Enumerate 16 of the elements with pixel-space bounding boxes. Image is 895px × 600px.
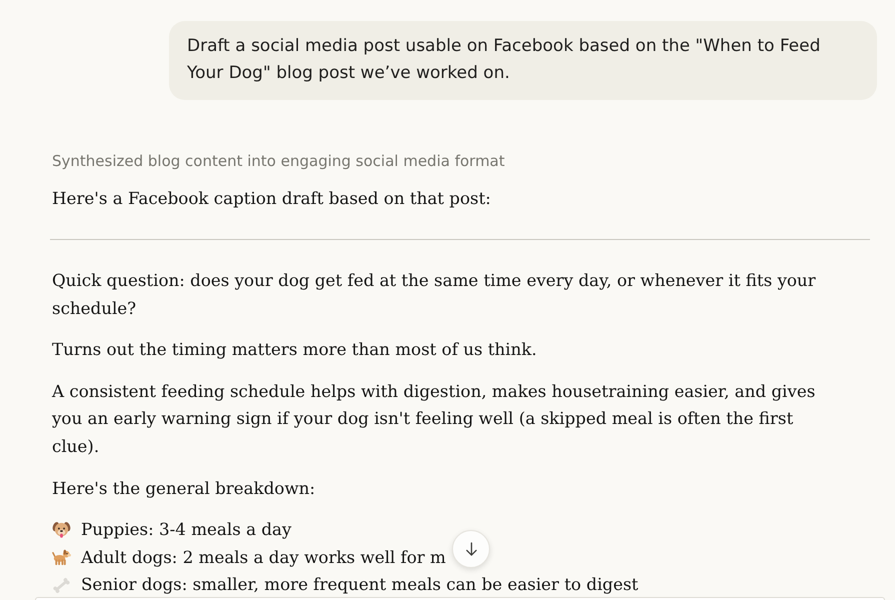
thinking-summary[interactable]: Synthesized blog content into engaging social media format xyxy=(52,151,870,171)
scroll-down-button[interactable] xyxy=(452,530,490,568)
dog-icon xyxy=(52,548,71,568)
post-paragraph: Here's the general breakdown: xyxy=(52,476,316,500)
post-paragraph: Turns out the timing matters more than most of us think. xyxy=(52,338,538,362)
response-text: Here's a Facebook caption draft based on that post: xyxy=(52,187,492,210)
dog-face-icon xyxy=(52,520,71,540)
post-paragraph: A consistent feeding schedule helps with digestion, makes housetraining easier, and gives you an early warning sign if your dog isn't feeling well (a skipped meal is often the first clue). xyxy=(52,380,816,458)
message-input-box[interactable] xyxy=(35,597,885,600)
list-item-text: Senior dogs: smaller, more frequent meals can be easier to digest xyxy=(81,573,638,596)
post-paragraph: Quick question: does your dog get fed at the same time every day, or whenever it fits your schedule? xyxy=(52,269,817,320)
user-message-text: Draft a social media post usable on Facebook based on the "When to Feed Your Dog" blog post we’ve worked on. xyxy=(187,35,822,85)
bone-icon xyxy=(52,576,71,595)
arrow-down-icon xyxy=(464,542,478,556)
list-item-text: Adult dogs: 2 meals a day works well for m xyxy=(81,546,446,569)
list-item-text: Puppies: 3-4 meals a day xyxy=(81,518,292,542)
